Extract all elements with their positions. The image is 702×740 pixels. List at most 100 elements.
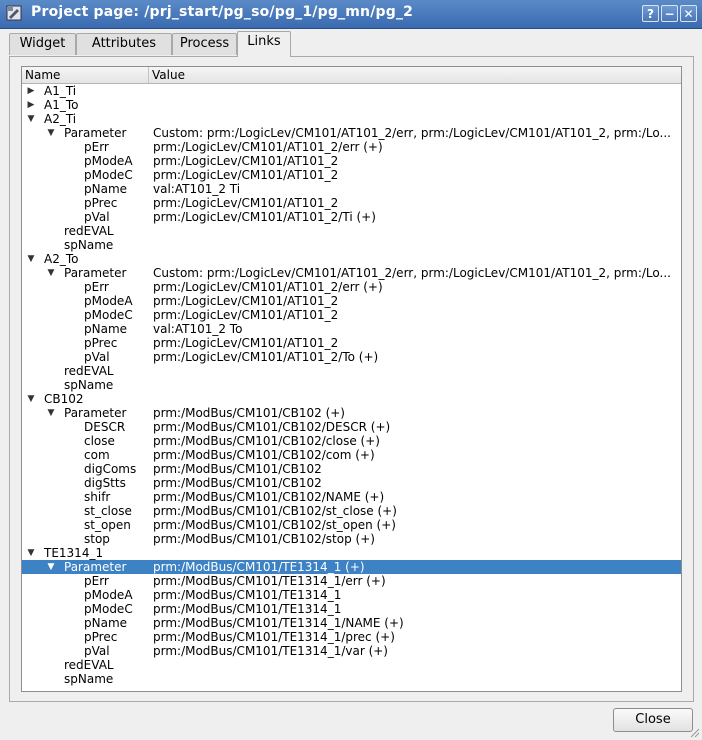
- collapsed-arrow-icon[interactable]: ▶: [26, 84, 36, 98]
- tree-row[interactable]: redEVAL: [22, 658, 681, 672]
- tree-row-name: com: [84, 448, 110, 462]
- tree-row[interactable]: ▼ Parameter prm:/ModBus/CM101/CB102 (+): [22, 406, 681, 420]
- tree-row[interactable]: redEVAL: [22, 364, 681, 378]
- tree-row-name: spName: [64, 238, 114, 252]
- tree-row-name: pPrec: [84, 196, 118, 210]
- tab-widget[interactable]: Widget: [9, 33, 76, 55]
- tree-row[interactable]: pName val:AT101_2 Ti: [22, 182, 681, 196]
- tree-row[interactable]: pModeA prm:/LogicLev/CM101/AT101_2: [22, 154, 681, 168]
- tree-row-value: Custom: prm:/LogicLev/CM101/AT101_2/err,…: [153, 266, 671, 280]
- expanded-arrow-icon[interactable]: ▼: [26, 112, 36, 126]
- tree-row[interactable]: pModeC prm:/LogicLev/CM101/AT101_2: [22, 308, 681, 322]
- tree-row[interactable]: pPrec prm:/LogicLev/CM101/AT101_2: [22, 336, 681, 350]
- tree-row[interactable]: pModeA prm:/ModBus/CM101/TE1314_1: [22, 588, 681, 602]
- tree-row-name: Parameter: [64, 266, 127, 280]
- tree-row-name: Parameter: [64, 406, 127, 420]
- tree-row[interactable]: digStts prm:/ModBus/CM101/CB102: [22, 476, 681, 490]
- expanded-arrow-icon[interactable]: ▼: [26, 546, 36, 560]
- tree-row[interactable]: shifr prm:/ModBus/CM101/CB102/NAME (+): [22, 490, 681, 504]
- minimize-button[interactable]: −: [661, 5, 678, 22]
- tree-row-name: pPrec: [84, 630, 118, 644]
- tree-row[interactable]: pPrec prm:/LogicLev/CM101/AT101_2: [22, 196, 681, 210]
- tree-row-value: prm:/ModBus/CM101/TE1314_1/NAME (+): [153, 616, 404, 630]
- tree-row[interactable]: com prm:/ModBus/CM101/CB102/com (+): [22, 448, 681, 462]
- tree-row[interactable]: pErr prm:/ModBus/CM101/TE1314_1/err (+): [22, 574, 681, 588]
- tree-row-value: prm:/ModBus/CM101/CB102/st_open (+): [153, 518, 396, 532]
- expanded-arrow-icon[interactable]: ▼: [46, 126, 56, 140]
- tree-row[interactable]: spName: [22, 238, 681, 252]
- tree-row[interactable]: spName: [22, 378, 681, 392]
- tree-row[interactable]: pErr prm:/LogicLev/CM101/AT101_2/err (+): [22, 280, 681, 294]
- collapsed-arrow-icon[interactable]: ▶: [26, 98, 36, 112]
- window-titlebar[interactable]: Project page: /prj_start/pg_so/pg_1/pg_m…: [0, 0, 702, 29]
- tree-row-value: Custom: prm:/LogicLev/CM101/AT101_2/err,…: [153, 126, 671, 140]
- tree-row-name: pErr: [84, 140, 109, 154]
- tree-row-value: prm:/LogicLev/CM101/AT101_2/err (+): [153, 280, 383, 294]
- tab-attributes[interactable]: Attributes: [76, 33, 172, 55]
- help-button[interactable]: ?: [642, 5, 659, 22]
- tree-row-name: pPrec: [84, 336, 118, 350]
- tree-row-value: prm:/LogicLev/CM101/AT101_2: [153, 336, 339, 350]
- tree-row[interactable]: close prm:/ModBus/CM101/CB102/close (+): [22, 434, 681, 448]
- tree-row[interactable]: ▼ CB102: [22, 392, 681, 406]
- expanded-arrow-icon[interactable]: ▼: [26, 252, 36, 266]
- tree-row[interactable]: st_open prm:/ModBus/CM101/CB102/st_open (…: [22, 518, 681, 532]
- tree-row[interactable]: pModeC prm:/LogicLev/CM101/AT101_2: [22, 168, 681, 182]
- tree-row-name: redEVAL: [64, 364, 114, 378]
- tree-row[interactable]: st_close prm:/ModBus/CM101/CB102/st_close…: [22, 504, 681, 518]
- tab-process[interactable]: Process: [172, 33, 237, 55]
- tree-row[interactable]: ▼ Parameter prm:/ModBus/CM101/TE1314_1 (+): [22, 560, 681, 574]
- column-header-value[interactable]: Value: [149, 67, 681, 83]
- links-tree[interactable]: Name Value ▶ A1_Ti ▶ A1_To ▼ A2_Ti ▼ Parameter C…: [21, 66, 682, 692]
- tree-row-name: st_open: [84, 518, 131, 532]
- tree-row-value: prm:/LogicLev/CM101/AT101_2: [153, 294, 339, 308]
- tree-row[interactable]: ▼ A2_Ti: [22, 112, 681, 126]
- tree-row-value: prm:/LogicLev/CM101/AT101_2: [153, 308, 339, 322]
- tree-row[interactable]: stop prm:/ModBus/CM101/CB102/stop (+): [22, 532, 681, 546]
- tree-row[interactable]: redEVAL: [22, 224, 681, 238]
- tree-row-name: pErr: [84, 574, 109, 588]
- tree-row[interactable]: pModeA prm:/LogicLev/CM101/AT101_2: [22, 294, 681, 308]
- expanded-arrow-icon[interactable]: ▼: [46, 266, 56, 280]
- tree-row-name: pName: [84, 616, 128, 630]
- tree-row[interactable]: ▼ A2_To: [22, 252, 681, 266]
- tree-row[interactable]: pErr prm:/LogicLev/CM101/AT101_2/err (+): [22, 140, 681, 154]
- tree-row[interactable]: spName: [22, 672, 681, 686]
- column-header-name[interactable]: Name: [22, 67, 149, 83]
- tree-row[interactable]: ▼ Parameter Custom: prm:/LogicLev/CM101/AT…: [22, 126, 681, 140]
- tree-row[interactable]: pName val:AT101_2 To: [22, 322, 681, 336]
- window-close-button[interactable]: ✕: [680, 5, 697, 22]
- tree-row-name: pModeA: [84, 294, 133, 308]
- tree-row-value: prm:/LogicLev/CM101/AT101_2/Ti (+): [153, 210, 376, 224]
- tree-row[interactable]: ▶ A1_Ti: [22, 84, 681, 98]
- tree-row-value: prm:/ModBus/CM101/CB102/close (+): [153, 434, 380, 448]
- tree-row-name: A2_To: [44, 252, 79, 266]
- tree-row-value: prm:/LogicLev/CM101/AT101_2: [153, 154, 339, 168]
- tab-links[interactable]: Links: [237, 31, 291, 57]
- tree-row-name: pVal: [84, 350, 110, 364]
- resize-grip-icon[interactable]: [690, 728, 700, 738]
- expanded-arrow-icon[interactable]: ▼: [46, 406, 56, 420]
- tree-row-name: digStts: [84, 476, 126, 490]
- tree-row[interactable]: pPrec prm:/ModBus/CM101/TE1314_1/prec (+): [22, 630, 681, 644]
- tree-row[interactable]: ▶ A1_To: [22, 98, 681, 112]
- expanded-arrow-icon[interactable]: ▼: [26, 392, 36, 406]
- tree-row-value: val:AT101_2 To: [153, 322, 243, 336]
- tree-row-value: prm:/ModBus/CM101/CB102: [153, 462, 322, 476]
- tree-row[interactable]: ▼ Parameter Custom: prm:/LogicLev/CM101/AT…: [22, 266, 681, 280]
- tree-row[interactable]: pName prm:/ModBus/CM101/TE1314_1/NAME (+): [22, 616, 681, 630]
- tree-row[interactable]: ▼ TE1314_1: [22, 546, 681, 560]
- window-title: Project page: /prj_start/pg_so/pg_1/pg_m…: [31, 4, 414, 20]
- expanded-arrow-icon[interactable]: ▼: [46, 560, 56, 574]
- tree-row-value: prm:/ModBus/CM101/TE1314_1/var (+): [153, 644, 388, 658]
- tree-row-name: pVal: [84, 210, 110, 224]
- tree-row[interactable]: pModeC prm:/ModBus/CM101/TE1314_1: [22, 602, 681, 616]
- tree-row[interactable]: pVal prm:/LogicLev/CM101/AT101_2/To (+): [22, 350, 681, 364]
- tree-row[interactable]: pVal prm:/ModBus/CM101/TE1314_1/var (+): [22, 644, 681, 658]
- tree-row[interactable]: digComs prm:/ModBus/CM101/CB102: [22, 462, 681, 476]
- tree-row[interactable]: DESCR prm:/ModBus/CM101/CB102/DESCR (+): [22, 420, 681, 434]
- tree-row[interactable]: pVal prm:/LogicLev/CM101/AT101_2/Ti (+): [22, 210, 681, 224]
- tree-row-value: prm:/ModBus/CM101/TE1314_1: [153, 602, 342, 616]
- tree-header: Name Value: [22, 67, 681, 84]
- close-button[interactable]: Close: [613, 708, 693, 732]
